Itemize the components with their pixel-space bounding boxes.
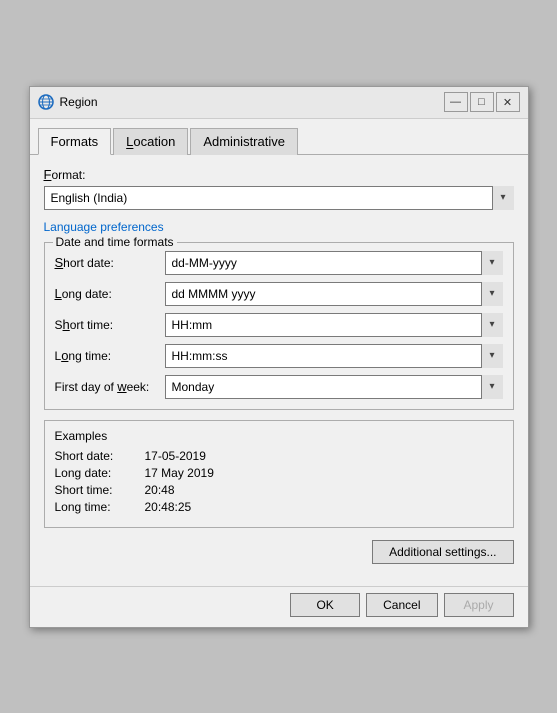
examples-box: Examples Short date: 17-05-2019 Long dat… [44, 420, 514, 528]
examples-title: Examples [55, 429, 503, 443]
long-date-row: Long date: dd MMMM yyyy MMMM dd, yyyy ▾ [55, 282, 503, 306]
additional-btn-row: Additional settings... [44, 540, 514, 572]
long-time-label: Long time: [55, 348, 165, 363]
example-short-date-label: Short date: [55, 449, 145, 463]
example-short-date-value: 17-05-2019 [145, 449, 206, 463]
date-time-formats-group: Date and time formats Short date: dd-MM-… [44, 242, 514, 410]
title-bar-controls: — □ ✕ [444, 92, 520, 112]
tabs-bar: Formats Location Administrative [30, 119, 528, 155]
date-time-formats-title: Date and time formats [53, 235, 177, 249]
cancel-button[interactable]: Cancel [366, 593, 437, 617]
minimize-button[interactable]: — [444, 92, 468, 112]
first-day-row: First day of week: Monday Sunday Saturda… [55, 375, 503, 399]
short-date-select-wrapper: dd-MM-yyyy MM/dd/yyyy yyyy-MM-dd ▾ [165, 251, 503, 275]
globe-icon [38, 94, 54, 110]
long-time-row: Long time: HH:mm:ss hh:mm:ss tt ▾ [55, 344, 503, 368]
example-long-time-value: 20:48:25 [145, 500, 192, 514]
long-time-select[interactable]: HH:mm:ss hh:mm:ss tt [165, 344, 503, 368]
first-day-select-wrapper: Monday Sunday Saturday ▾ [165, 375, 503, 399]
short-time-label: Short time: [55, 317, 165, 332]
example-long-time-label: Long time: [55, 500, 145, 514]
tab-formats[interactable]: Formats [38, 128, 112, 155]
format-label: Format: [44, 167, 514, 182]
language-preferences-link[interactable]: Language preferences [44, 220, 514, 234]
maximize-button[interactable]: □ [470, 92, 494, 112]
example-long-date-row: Long date: 17 May 2019 [55, 466, 503, 480]
format-select[interactable]: English (India) English (US) English (UK… [44, 186, 514, 210]
close-button[interactable]: ✕ [496, 92, 520, 112]
example-short-date-row: Short date: 17-05-2019 [55, 449, 503, 463]
example-short-time-label: Short time: [55, 483, 145, 497]
example-long-date-value: 17 May 2019 [145, 466, 214, 480]
short-date-row: Short date: dd-MM-yyyy MM/dd/yyyy yyyy-M… [55, 251, 503, 275]
region-dialog: Region — □ ✕ Formats Location Administra… [29, 86, 529, 628]
ok-button[interactable]: OK [290, 593, 360, 617]
tab-location[interactable]: Location [113, 128, 188, 155]
title-bar-left: Region [38, 94, 98, 110]
tab-administrative-label: Administrative [203, 134, 285, 149]
first-day-label: First day of week: [55, 379, 165, 394]
example-short-time-row: Short time: 20:48 [55, 483, 503, 497]
short-date-label: Short date: [55, 255, 165, 270]
content-area: Format: English (India) English (US) Eng… [30, 155, 528, 586]
example-long-time-row: Long time: 20:48:25 [55, 500, 503, 514]
window-title: Region [60, 95, 98, 109]
short-date-select[interactable]: dd-MM-yyyy MM/dd/yyyy yyyy-MM-dd [165, 251, 503, 275]
short-time-row: Short time: HH:mm hh:mm tt ▾ [55, 313, 503, 337]
first-day-select[interactable]: Monday Sunday Saturday [165, 375, 503, 399]
example-long-date-label: Long date: [55, 466, 145, 480]
format-select-wrapper: English (India) English (US) English (UK… [44, 186, 514, 210]
long-date-select[interactable]: dd MMMM yyyy MMMM dd, yyyy [165, 282, 503, 306]
tab-location-label: Location [126, 134, 175, 149]
apply-button[interactable]: Apply [444, 593, 514, 617]
long-date-label: Long date: [55, 286, 165, 301]
tab-formats-label: Formats [51, 134, 99, 149]
example-short-time-value: 20:48 [145, 483, 175, 497]
short-time-select-wrapper: HH:mm hh:mm tt ▾ [165, 313, 503, 337]
tab-administrative[interactable]: Administrative [190, 128, 298, 155]
long-time-select-wrapper: HH:mm:ss hh:mm:ss tt ▾ [165, 344, 503, 368]
title-bar: Region — □ ✕ [30, 87, 528, 119]
long-date-select-wrapper: dd MMMM yyyy MMMM dd, yyyy ▾ [165, 282, 503, 306]
bottom-buttons: OK Cancel Apply [30, 586, 528, 627]
additional-settings-button[interactable]: Additional settings... [372, 540, 513, 564]
short-time-select[interactable]: HH:mm hh:mm tt [165, 313, 503, 337]
